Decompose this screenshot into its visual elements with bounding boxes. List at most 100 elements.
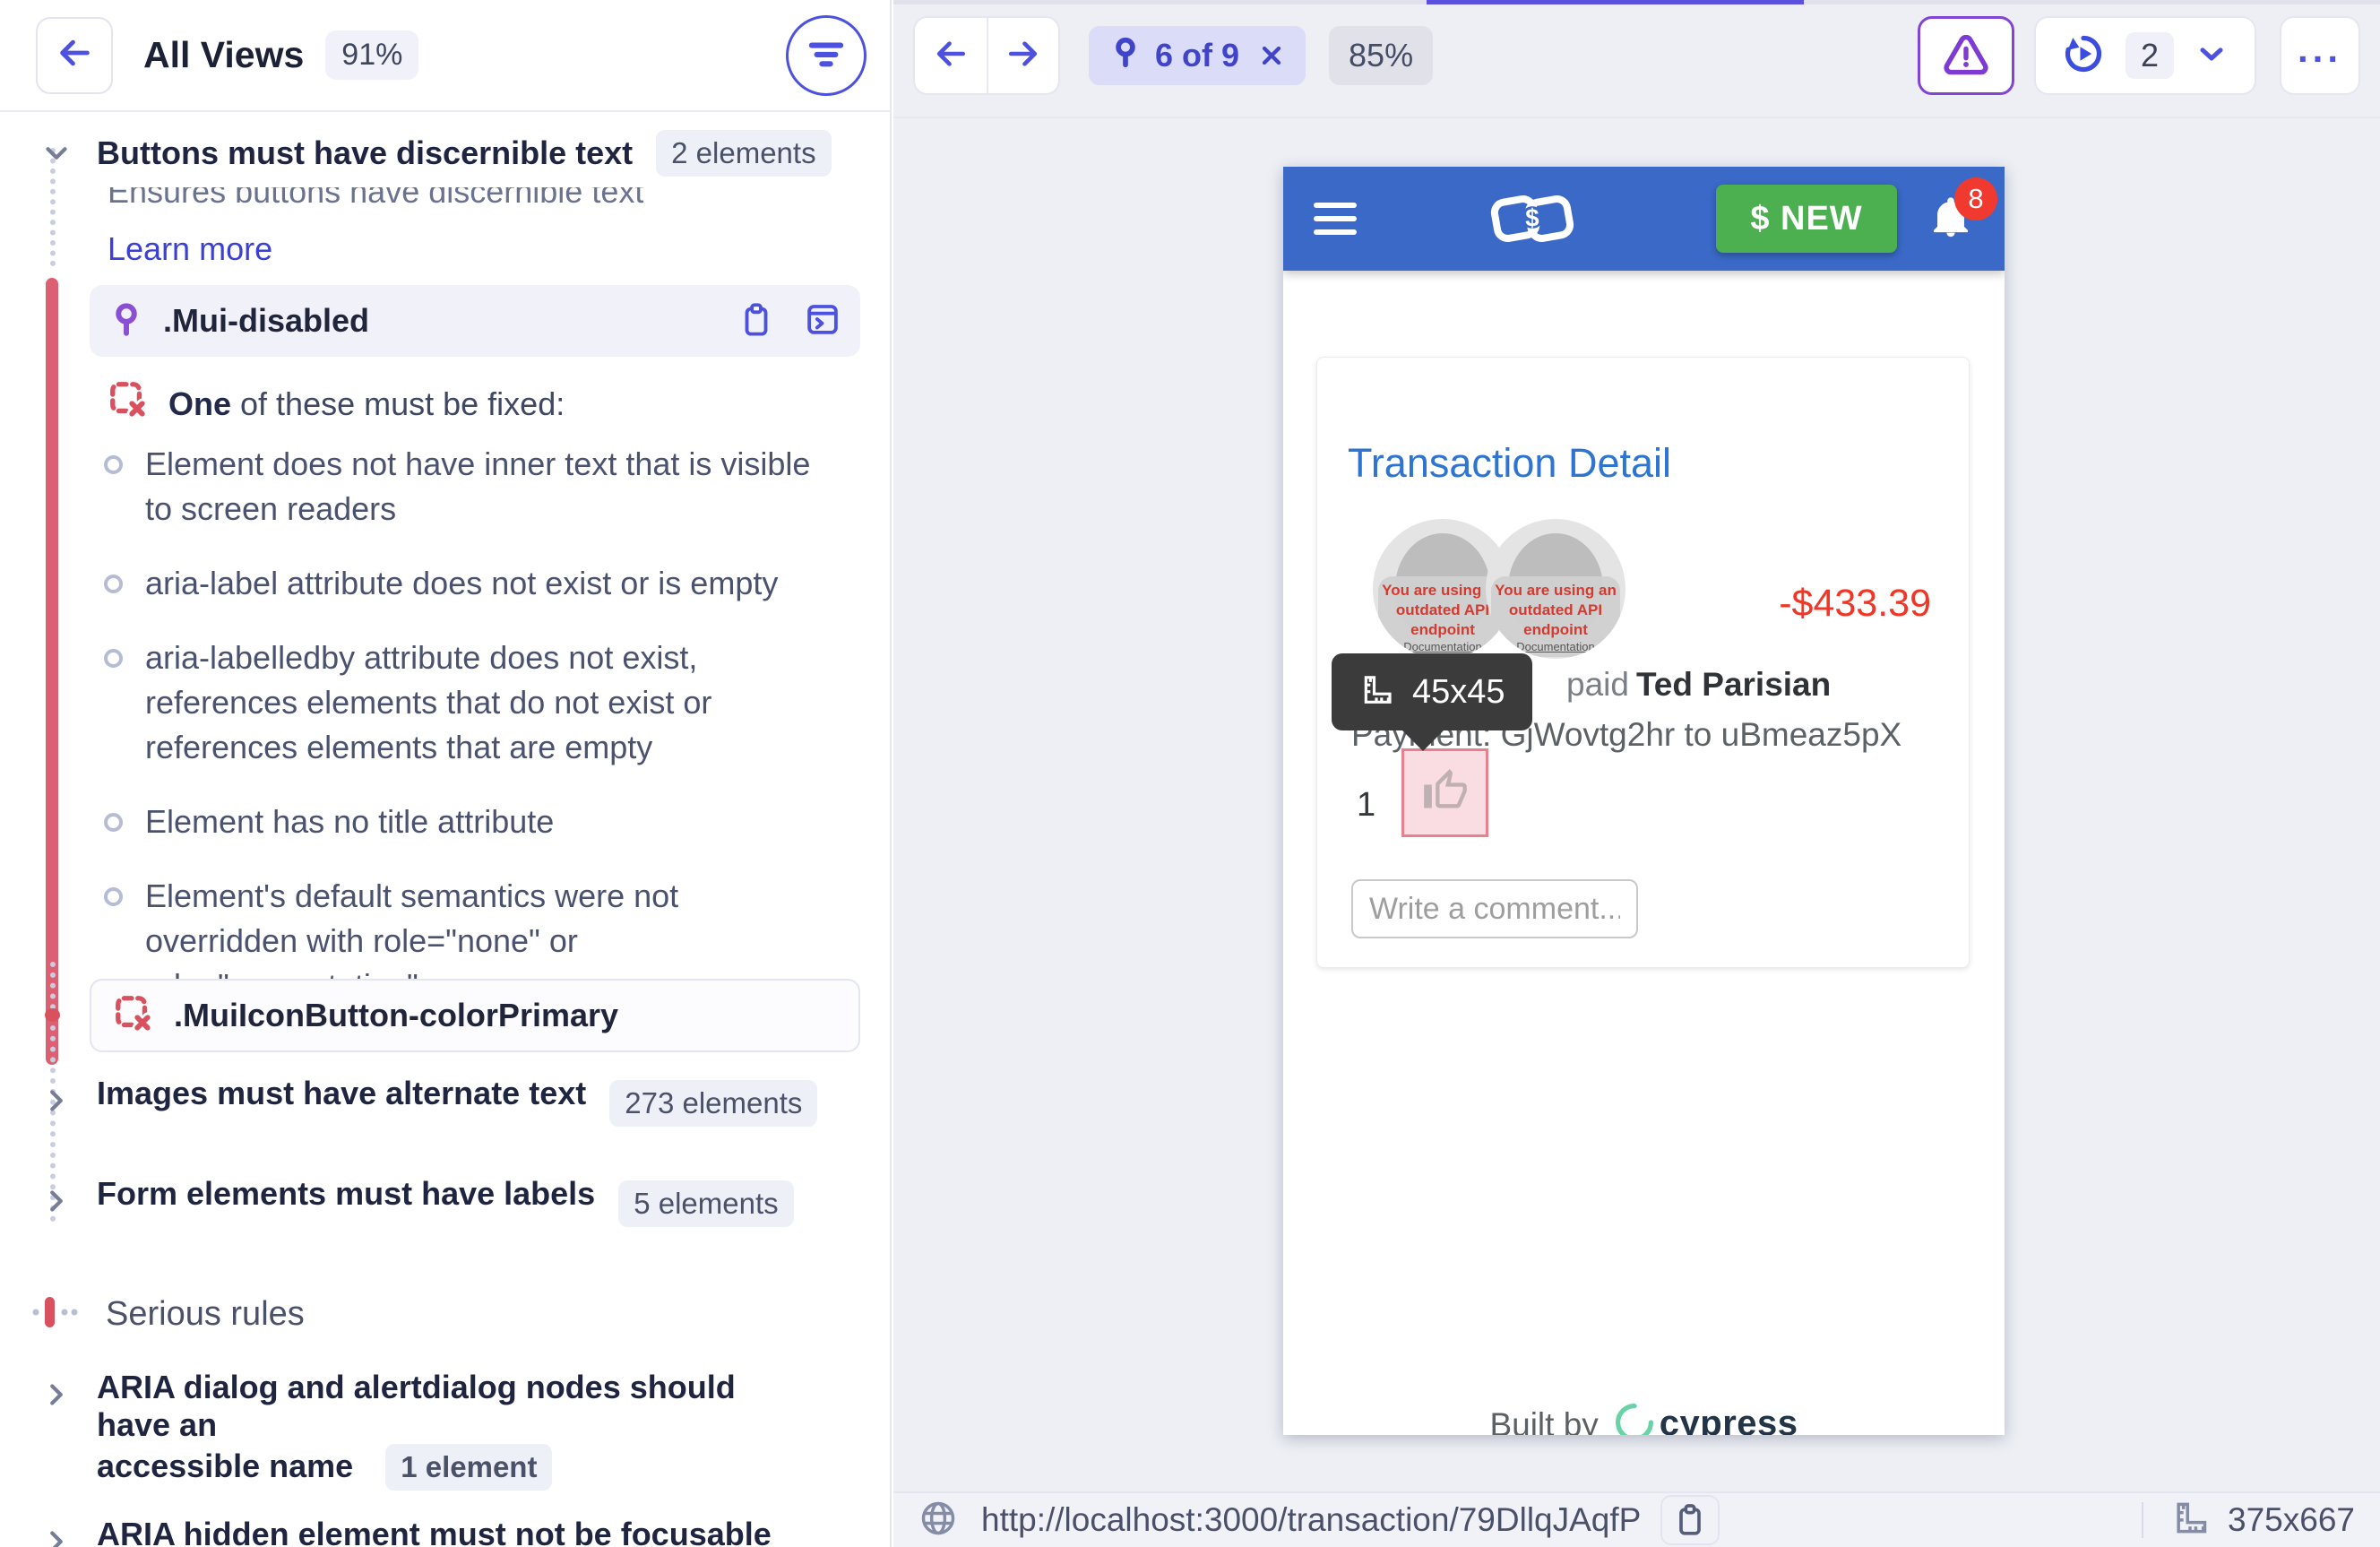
chevron-down-icon (2194, 36, 2229, 76)
copy-icon (737, 300, 775, 342)
warning-icon (1941, 29, 1991, 83)
receiver-avatar: You are using an outdated API endpoint Do… (1486, 519, 1625, 659)
thumbs-up-icon (1422, 767, 1469, 818)
replay-attempts-button[interactable]: 2 (2033, 16, 2256, 95)
rule-row-aria-hidden[interactable]: ARIA hidden element must not be focusabl… (39, 1516, 778, 1547)
next-snapshot-button[interactable] (987, 18, 1058, 93)
statusbar-divider (2142, 1502, 2144, 1538)
zoom-level-badge: 85% (1329, 26, 1434, 85)
rule-title: Form elements must have labels (97, 1175, 596, 1212)
arrow-right-icon (1004, 34, 1043, 78)
fix-list-item: aria-labelledby attribute does not exist… (104, 635, 862, 770)
arrow-left-icon (54, 32, 95, 78)
built-by-label: Built by (1489, 1406, 1599, 1435)
rule-row-aria-dialog[interactable]: ARIA dialog and alertdialog nodes should… (39, 1369, 778, 1491)
fix-heading: One of these must be fixed: (108, 379, 565, 428)
element-count-badge: 1 element (385, 1444, 553, 1491)
status-bar: http://localhost:3000/transaction/79Dllq… (893, 1491, 2380, 1547)
app-snapshot: $ $ NEW 8 Transaction Detail You are usi… (1283, 167, 2005, 1435)
transaction-card: Transaction Detail You are using an outda… (1316, 357, 1970, 968)
globe-icon (918, 1499, 958, 1543)
highlight-violations-button[interactable] (1917, 16, 2014, 95)
new-transaction-button[interactable]: $ NEW (1716, 185, 1897, 253)
dimensions-tooltip: 45x45 (1332, 653, 1532, 751)
console-icon (804, 300, 841, 342)
close-icon[interactable] (1257, 41, 1286, 70)
previous-snapshot-button[interactable] (915, 18, 987, 93)
open-in-devtools-button[interactable] (798, 296, 848, 346)
copy-selector-button[interactable] (731, 296, 781, 346)
snapshot-nav-group (913, 16, 1060, 95)
element-count-badge: 273 elements (609, 1080, 818, 1127)
notifications-button[interactable]: 8 (1927, 177, 1997, 245)
accessibility-report-app: All Views 91% Buttons must have discerni… (0, 0, 2380, 1547)
like-count: 1 (1357, 786, 1376, 824)
section-label: Serious rules (106, 1295, 305, 1333)
rule-description: Ensures buttons have discernible text (108, 173, 644, 210)
avatar-error-chip: You are using an outdated API endpoint Do… (1491, 575, 1620, 657)
fix-heading-text: One of these must be fixed: (168, 385, 565, 422)
back-button[interactable] (36, 16, 113, 94)
menu-icon[interactable] (1314, 194, 1357, 243)
rule-title: ARIA hidden element must not be focusabl… (97, 1516, 772, 1547)
fix-list-item: aria-label attribute does not exist or i… (104, 561, 862, 606)
transaction-avatars: You are using an outdated API endpoint Do… (1373, 519, 1633, 662)
rules-sidebar: All Views 91% Buttons must have discerni… (0, 0, 892, 1547)
ruler-icon (2170, 1499, 2210, 1543)
selection-error-icon (113, 993, 154, 1039)
bell-icon (1927, 196, 1974, 244)
like-button-highlighted[interactable] (1401, 748, 1488, 837)
element-selector: .MuiIconButton-colorPrimary (174, 997, 619, 1033)
ellipsis-icon: ... (2297, 28, 2342, 70)
toolbar-divider (893, 117, 2380, 118)
transaction-summary: paid Ted Parisian (1566, 666, 1832, 703)
page-title: All Views (143, 34, 305, 75)
ruler-icon (1358, 672, 1394, 713)
serious-severity-icon (29, 1293, 84, 1335)
pin-label: 6 of 9 (1155, 37, 1240, 73)
rule-row-images-alt[interactable]: Images must have alternate text 273 elem… (39, 1075, 818, 1127)
element-count-badge: 2 elements (656, 130, 832, 177)
fix-list-item: Element has no title attribute (104, 799, 862, 844)
element-row-selected[interactable]: .Mui-disabled (90, 285, 860, 357)
learn-more-link[interactable]: Learn more (108, 230, 272, 268)
chevron-down-icon (39, 136, 73, 170)
sidebar-header: All Views 91% (0, 0, 890, 112)
svg-text:$: $ (1525, 204, 1539, 232)
payee-name: Ted Parisian (1635, 666, 1832, 703)
rule-title: ARIA dialog and alertdialog nodes should… (97, 1369, 778, 1491)
built-by-footer: Built by cypress (1283, 1401, 2005, 1435)
chevron-right-icon (39, 1525, 73, 1547)
api-warning-text: You are using an outdated API endpoint (1495, 581, 1617, 638)
snapshot-url: http://localhost:3000/transaction/79Dllq… (981, 1501, 1642, 1538)
tooltip-size-label: 45x45 (1412, 672, 1505, 711)
rule-title: Buttons must have discernible text (97, 134, 634, 171)
timeline-progress[interactable] (1427, 0, 1804, 4)
timeline-track[interactable] (893, 0, 2380, 4)
transaction-title: Transaction Detail (1348, 440, 1671, 486)
attempt-count-badge: 2 (2125, 32, 2174, 79)
cypress-logo: cypress (1613, 1401, 1798, 1435)
copy-url-button[interactable] (1660, 1495, 1720, 1545)
app-navbar: $ $ NEW 8 (1283, 167, 2005, 271)
pinned-element-badge[interactable]: 6 of 9 (1089, 26, 1306, 85)
documentation-link[interactable]: Documentation (1491, 640, 1620, 653)
copy-icon (1672, 1501, 1708, 1540)
dimensions-label: 375x667 (2228, 1501, 2355, 1538)
filter-button[interactable] (786, 14, 867, 96)
fix-list-item: Element does not have inner text that is… (104, 442, 862, 532)
documentation-link[interactable]: Documentation (1378, 640, 1507, 653)
chevron-right-icon (39, 1184, 73, 1218)
selection-error-icon (108, 379, 149, 428)
comment-input[interactable] (1351, 879, 1638, 938)
element-count-badge: 5 elements (618, 1180, 794, 1227)
replay-icon (2061, 31, 2106, 81)
serious-rules-section: Serious rules (29, 1293, 305, 1335)
more-options-button[interactable]: ... (2280, 16, 2360, 95)
element-row[interactable]: .MuiIconButton-colorPrimary (90, 979, 860, 1052)
rule-group-header[interactable]: Buttons must have discernible text 2 ele… (39, 130, 832, 177)
rules-list: Buttons must have discernible text 2 ele… (0, 112, 890, 1547)
rule-row-form-labels[interactable]: Form elements must have labels 5 element… (39, 1175, 794, 1227)
critical-severity-bar (46, 278, 58, 1065)
transaction-amount: -$433.39 (1779, 582, 1931, 625)
